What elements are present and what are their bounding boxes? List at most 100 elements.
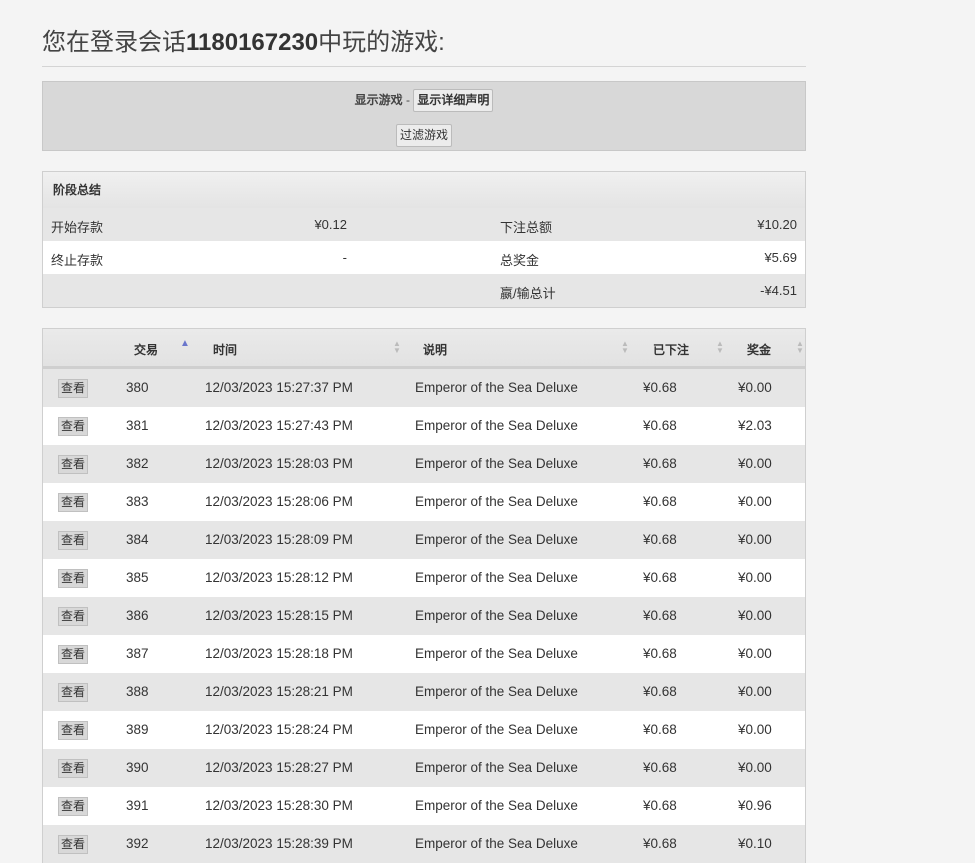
cell-transaction: 388: [126, 684, 149, 699]
total-bet-label: 下注总额: [500, 220, 553, 235]
cell-time: 12/03/2023 15:28:27 PM: [205, 760, 353, 775]
table-row: 查看 390 12/03/2023 15:28:27 PM Emperor of th…: [43, 749, 805, 787]
table-row: 查看 387 12/03/2023 15:28:18 PM Emperor of th…: [43, 635, 805, 673]
cell-transaction: 392: [126, 836, 149, 851]
cell-win: ¥0.00: [738, 380, 772, 395]
cell-bet: ¥0.68: [643, 760, 677, 775]
view-button[interactable]: 查看: [58, 759, 89, 778]
view-button[interactable]: 查看: [58, 417, 89, 436]
start-balance-value: ¥0.12: [314, 217, 347, 232]
cell-transaction: 391: [126, 798, 149, 813]
cell-win: ¥0.00: [738, 532, 772, 547]
cell-transaction: 386: [126, 608, 149, 623]
cell-description: Emperor of the Sea Deluxe: [415, 798, 578, 813]
cell-win: ¥0.00: [738, 608, 772, 623]
col-description[interactable]: 说明: [423, 341, 447, 358]
col-time[interactable]: 时间: [213, 341, 237, 358]
view-button[interactable]: 查看: [58, 835, 89, 854]
cell-bet: ¥0.68: [643, 608, 677, 623]
cell-description: Emperor of the Sea Deluxe: [415, 836, 578, 851]
total-win-label: 总奖金: [500, 253, 540, 268]
view-button[interactable]: 查看: [58, 455, 89, 474]
cell-bet: ¥0.68: [643, 418, 677, 433]
cell-win: ¥0.00: [738, 646, 772, 661]
cell-time: 12/03/2023 15:28:09 PM: [205, 532, 353, 547]
end-balance-value: -: [342, 250, 347, 265]
total-bet-value: ¥10.20: [757, 217, 797, 232]
cell-bet: ¥0.68: [643, 570, 677, 585]
cell-description: Emperor of the Sea Deluxe: [415, 494, 578, 509]
net-total-label: 嬴/输总计: [500, 286, 556, 301]
cell-time: 12/03/2023 15:28:24 PM: [205, 722, 353, 737]
cell-time: 12/03/2023 15:28:21 PM: [205, 684, 353, 699]
col-bet[interactable]: 已下注: [653, 341, 689, 358]
cell-time: 12/03/2023 15:28:03 PM: [205, 456, 353, 471]
table-row: 查看 380 12/03/2023 15:27:37 PM Emperor of th…: [43, 369, 805, 407]
summary-row: 终止存款 - 总奖金 ¥5.69: [43, 241, 805, 274]
cell-description: Emperor of the Sea Deluxe: [415, 570, 578, 585]
col-win[interactable]: 奖金: [747, 341, 771, 358]
table-row: 查看 392 12/03/2023 15:28:39 PM Emperor of th…: [43, 825, 805, 863]
sort-both-icon[interactable]: ▲ ▼: [716, 340, 724, 355]
cell-transaction: 380: [126, 380, 149, 395]
view-button[interactable]: 查看: [58, 607, 89, 626]
cell-win: ¥0.00: [738, 684, 772, 699]
cell-description: Emperor of the Sea Deluxe: [415, 760, 578, 775]
games-table: 交易 ▲ 时间 ▲ ▼ 说明 ▲ ▼ 已下注 ▲ ▼ 奖金 ▲ ▼ 查看 380 12/03…: [42, 328, 806, 863]
cell-bet: ¥0.68: [643, 456, 677, 471]
filter-games-button[interactable]: 过滤游戏: [395, 124, 452, 147]
table-row: 查看 389 12/03/2023 15:28:24 PM Emperor of th…: [43, 711, 805, 749]
show-games-label: 显示游戏: [354, 93, 403, 107]
cell-win: ¥0.00: [738, 456, 772, 471]
sort-both-icon[interactable]: ▲ ▼: [393, 340, 401, 355]
view-button[interactable]: 查看: [58, 379, 89, 398]
cell-time: 12/03/2023 15:27:43 PM: [205, 418, 353, 433]
cell-bet: ¥0.68: [643, 836, 677, 851]
cell-time: 12/03/2023 15:28:06 PM: [205, 494, 353, 509]
cell-description: Emperor of the Sea Deluxe: [415, 646, 578, 661]
cell-description: Emperor of the Sea Deluxe: [415, 380, 578, 395]
end-balance-label: 终止存款: [51, 253, 104, 268]
cell-win: ¥0.00: [738, 722, 772, 737]
view-button[interactable]: 查看: [58, 645, 89, 664]
cell-description: Emperor of the Sea Deluxe: [415, 532, 578, 547]
table-row: 查看 391 12/03/2023 15:28:30 PM Emperor of th…: [43, 787, 805, 825]
table-row: 查看 386 12/03/2023 15:28:15 PM Emperor of th…: [43, 597, 805, 635]
view-button[interactable]: 查看: [58, 569, 89, 588]
view-button[interactable]: 查看: [58, 797, 89, 816]
view-button[interactable]: 查看: [58, 721, 89, 740]
title-prefix: 您在登录会话: [42, 29, 186, 56]
cell-transaction: 381: [126, 418, 149, 433]
cell-bet: ¥0.68: [643, 798, 677, 813]
cell-transaction: 384: [126, 532, 149, 547]
table-row: 查看 381 12/03/2023 15:27:43 PM Emperor of th…: [43, 407, 805, 445]
period-summary: 阶段总结 开始存款 ¥0.12 下注总额 ¥10.20 终止存款 - 总奖金 ¥…: [42, 171, 806, 308]
sort-ascending-icon[interactable]: ▲: [180, 339, 190, 349]
cell-bet: ¥0.68: [643, 684, 677, 699]
show-details-button[interactable]: 显示详细声明: [413, 89, 494, 112]
total-win-value: ¥5.69: [764, 250, 797, 265]
table-row: 查看 383 12/03/2023 15:28:06 PM Emperor of th…: [43, 483, 805, 521]
cell-bet: ¥0.68: [643, 722, 677, 737]
sort-both-icon[interactable]: ▲ ▼: [796, 340, 804, 355]
cell-description: Emperor of the Sea Deluxe: [415, 456, 578, 471]
table-row: 查看 385 12/03/2023 15:28:12 PM Emperor of th…: [43, 559, 805, 597]
cell-win: ¥0.00: [738, 570, 772, 585]
summary-row: 嬴/输总计 -¥4.51: [43, 274, 805, 307]
cell-transaction: 382: [126, 456, 149, 471]
session-id: 1180167230: [186, 29, 319, 56]
page-title: 您在登录会话1180167230中玩的游戏:: [42, 22, 806, 67]
cell-win: ¥2.03: [738, 418, 772, 433]
view-button[interactable]: 查看: [58, 683, 89, 702]
cell-description: Emperor of the Sea Deluxe: [415, 722, 578, 737]
col-transaction[interactable]: 交易: [134, 341, 158, 358]
cell-win: ¥0.96: [738, 798, 772, 813]
view-button[interactable]: 查看: [58, 493, 89, 512]
cell-transaction: 387: [126, 646, 149, 661]
cell-transaction: 390: [126, 760, 149, 775]
view-button[interactable]: 查看: [58, 531, 89, 550]
cell-time: 12/03/2023 15:28:18 PM: [205, 646, 353, 661]
sort-both-icon[interactable]: ▲ ▼: [621, 340, 629, 355]
cell-description: Emperor of the Sea Deluxe: [415, 684, 578, 699]
cell-time: 12/03/2023 15:28:30 PM: [205, 798, 353, 813]
